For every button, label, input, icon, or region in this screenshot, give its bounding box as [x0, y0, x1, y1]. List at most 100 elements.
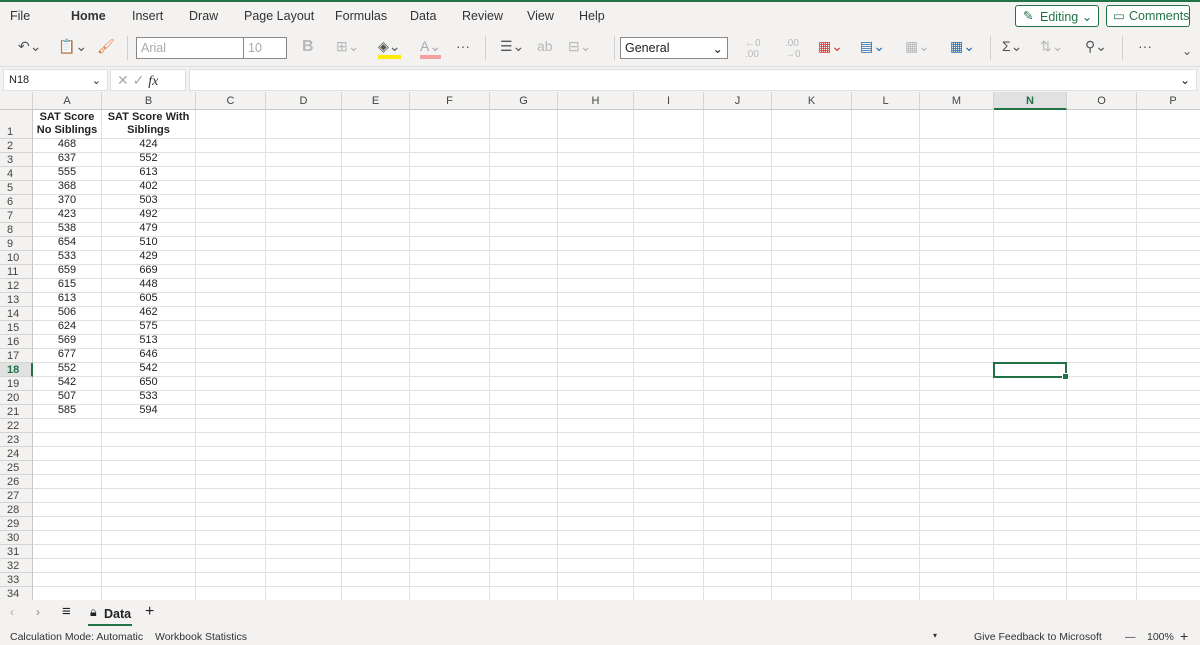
- cell-K22[interactable]: [772, 419, 852, 433]
- cell-D16[interactable]: [266, 335, 342, 349]
- cell-P9[interactable]: [1137, 237, 1200, 251]
- cell-P34[interactable]: [1137, 587, 1200, 600]
- cell-O27[interactable]: [1067, 489, 1137, 503]
- cell-K6[interactable]: [772, 195, 852, 209]
- cell-K28[interactable]: [772, 503, 852, 517]
- column-header-J[interactable]: J: [704, 92, 772, 110]
- cell-A30[interactable]: [33, 531, 102, 545]
- cell-I10[interactable]: [634, 251, 704, 265]
- cell-M4[interactable]: [920, 167, 994, 181]
- cell-A20[interactable]: 507: [33, 390, 102, 405]
- cell-A16[interactable]: 569: [33, 334, 102, 349]
- cell-L7[interactable]: [852, 209, 920, 223]
- cell-L6[interactable]: [852, 195, 920, 209]
- cell-D14[interactable]: [266, 307, 342, 321]
- cell-H4[interactable]: [558, 167, 634, 181]
- cell-O9[interactable]: [1067, 237, 1137, 251]
- cell-I30[interactable]: [634, 531, 704, 545]
- align-icon[interactable]: ☰⌄: [500, 38, 524, 55]
- calculation-mode[interactable]: Calculation Mode: Automatic: [10, 631, 143, 643]
- cell-I7[interactable]: [634, 209, 704, 223]
- sheet-tab-data[interactable]: 🔒︎ Data: [88, 602, 132, 626]
- cell-O15[interactable]: [1067, 321, 1137, 335]
- cell-O34[interactable]: [1067, 587, 1137, 600]
- cell-L4[interactable]: [852, 167, 920, 181]
- cell-O4[interactable]: [1067, 167, 1137, 181]
- cell-P11[interactable]: [1137, 265, 1200, 279]
- menu-tab-help[interactable]: Help: [579, 9, 605, 23]
- cell-N33[interactable]: [994, 573, 1067, 587]
- cell-C31[interactable]: [196, 545, 266, 559]
- cell-J31[interactable]: [704, 545, 772, 559]
- cell-J19[interactable]: [704, 377, 772, 391]
- cell-G11[interactable]: [490, 265, 558, 279]
- cell-M10[interactable]: [920, 251, 994, 265]
- cell-N12[interactable]: [994, 279, 1067, 293]
- cell-E7[interactable]: [342, 209, 410, 223]
- cell-C9[interactable]: [196, 237, 266, 251]
- cell-K15[interactable]: [772, 321, 852, 335]
- cell-P25[interactable]: [1137, 461, 1200, 475]
- cell-A9[interactable]: 654: [33, 236, 102, 251]
- cell-O22[interactable]: [1067, 419, 1137, 433]
- cell-A6[interactable]: 370: [33, 194, 102, 209]
- row-header-26[interactable]: 26: [0, 475, 33, 489]
- row-header-7[interactable]: 7: [0, 209, 33, 223]
- cell-styles-icon[interactable]: ▦⌄: [905, 38, 930, 55]
- undo-icon[interactable]: ↶⌄: [18, 38, 41, 55]
- cell-O3[interactable]: [1067, 153, 1137, 167]
- cell-C27[interactable]: [196, 489, 266, 503]
- cell-B18[interactable]: 542: [102, 362, 196, 377]
- cell-M24[interactable]: [920, 447, 994, 461]
- cell-A32[interactable]: [33, 559, 102, 573]
- cell-J21[interactable]: [704, 405, 772, 419]
- cell-O29[interactable]: [1067, 517, 1137, 531]
- cell-M16[interactable]: [920, 335, 994, 349]
- cell-O32[interactable]: [1067, 559, 1137, 573]
- cell-L9[interactable]: [852, 237, 920, 251]
- cell-H12[interactable]: [558, 279, 634, 293]
- cell-O21[interactable]: [1067, 405, 1137, 419]
- cell-P30[interactable]: [1137, 531, 1200, 545]
- bold-button[interactable]: B: [302, 38, 314, 56]
- cell-D23[interactable]: [266, 433, 342, 447]
- cell-I23[interactable]: [634, 433, 704, 447]
- cell-P7[interactable]: [1137, 209, 1200, 223]
- row-header-25[interactable]: 25: [0, 461, 33, 475]
- cell-E24[interactable]: [342, 447, 410, 461]
- cell-D15[interactable]: [266, 321, 342, 335]
- cell-N8[interactable]: [994, 223, 1067, 237]
- cell-D25[interactable]: [266, 461, 342, 475]
- cell-D27[interactable]: [266, 489, 342, 503]
- cell-B22[interactable]: [102, 419, 196, 433]
- cell-B16[interactable]: 513: [102, 334, 196, 349]
- cell-A1[interactable]: SAT Score No Siblings: [33, 110, 102, 139]
- cell-N1[interactable]: [994, 110, 1067, 139]
- cell-C25[interactable]: [196, 461, 266, 475]
- column-header-F[interactable]: F: [410, 92, 490, 110]
- cell-C5[interactable]: [196, 181, 266, 195]
- menu-tab-home[interactable]: Home: [69, 9, 108, 32]
- cancel-icon[interactable]: ✕: [117, 72, 129, 88]
- cell-C8[interactable]: [196, 223, 266, 237]
- cell-K4[interactable]: [772, 167, 852, 181]
- cell-H21[interactable]: [558, 405, 634, 419]
- cell-I14[interactable]: [634, 307, 704, 321]
- row-header-28[interactable]: 28: [0, 503, 33, 517]
- cell-C12[interactable]: [196, 279, 266, 293]
- cell-D3[interactable]: [266, 153, 342, 167]
- cell-G16[interactable]: [490, 335, 558, 349]
- cell-B15[interactable]: 575: [102, 320, 196, 335]
- cell-G34[interactable]: [490, 587, 558, 600]
- cell-O10[interactable]: [1067, 251, 1137, 265]
- cell-O30[interactable]: [1067, 531, 1137, 545]
- cell-I19[interactable]: [634, 377, 704, 391]
- row-header-31[interactable]: 31: [0, 545, 33, 559]
- cell-N22[interactable]: [994, 419, 1067, 433]
- cell-C2[interactable]: [196, 139, 266, 153]
- cell-B7[interactable]: 492: [102, 208, 196, 223]
- cell-P20[interactable]: [1137, 391, 1200, 405]
- cell-J4[interactable]: [704, 167, 772, 181]
- cell-F12[interactable]: [410, 279, 490, 293]
- cell-P4[interactable]: [1137, 167, 1200, 181]
